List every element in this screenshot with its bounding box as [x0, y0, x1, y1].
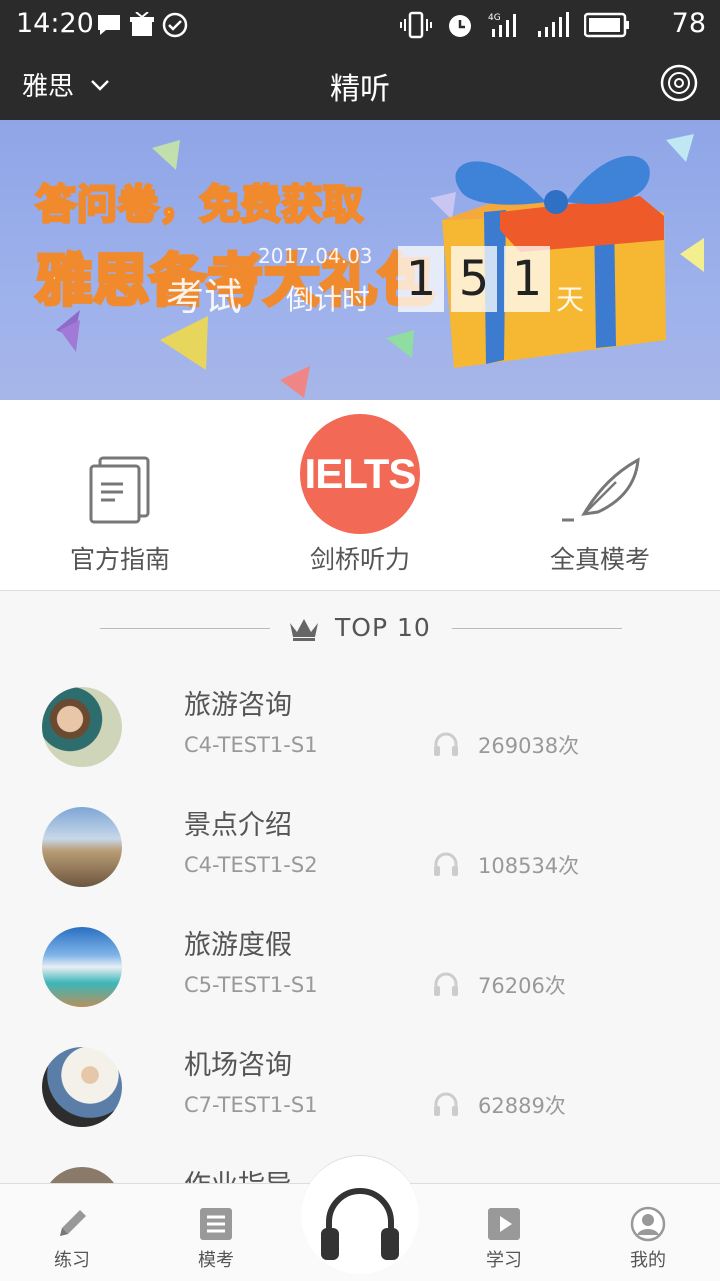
alarm-icon: [449, 15, 471, 37]
play-count: 269038次: [478, 734, 580, 758]
app-bar: 雅思 精听: [0, 50, 720, 120]
item-title: 旅游咨询: [184, 690, 292, 721]
list-item[interactable]: 机场咨询 C7-TEST1-S1 62889次: [0, 1040, 720, 1160]
list-item[interactable]: 旅游咨询 C4-TEST1-S1 269038次: [0, 680, 720, 800]
item-code: C4-TEST1-S1: [184, 733, 318, 757]
shortcut-row: 官方指南 IELTS 剑桥听力 全真模考: [0, 400, 720, 591]
tab-practice[interactable]: 练习: [0, 1184, 144, 1281]
play-count: 76206次: [478, 974, 566, 998]
system-icons: 4G: [400, 10, 630, 40]
item-title: 机场咨询: [184, 1050, 292, 1081]
countdown-label: 倒计时: [286, 283, 371, 316]
day-unit: 天: [556, 283, 585, 316]
play-count: 62889次: [478, 1094, 566, 1118]
status-bar: 14:20 4G 78: [0, 0, 720, 50]
shortcut-label: 全真模考: [549, 545, 650, 574]
top-ten-label: TOP 10: [335, 613, 431, 642]
crown-icon: [290, 619, 318, 641]
tab-study[interactable]: 学习: [432, 1184, 576, 1281]
avatar: [42, 807, 122, 887]
headphones-icon: [434, 852, 458, 876]
shortcut-official-guide[interactable]: 官方指南: [0, 400, 240, 590]
signal-icon: [538, 12, 569, 37]
tab-profile[interactable]: 我的: [576, 1184, 720, 1281]
notification-icons: [96, 11, 188, 39]
avatar: [42, 1047, 122, 1127]
top-ten-header: TOP 10: [0, 605, 720, 655]
item-title: 景点介绍: [184, 810, 292, 841]
tab-label: 模考: [198, 1250, 234, 1271]
battery-icon: [584, 12, 629, 38]
countdown-digit: 5: [451, 246, 497, 312]
countdown-digit: 1: [504, 246, 550, 312]
countdown-digit: 1: [398, 246, 444, 312]
headphones-icon: [321, 1188, 399, 1260]
shortcut-mock-exam[interactable]: 全真模考: [480, 400, 720, 590]
play-count: 108534次: [478, 854, 580, 878]
item-code: C5-TEST1-S1: [184, 973, 318, 997]
shortcut-label: 剑桥听力: [309, 545, 410, 574]
headphones-icon: [434, 972, 458, 996]
shortcut-cambridge-listening[interactable]: IELTS 剑桥听力: [240, 400, 480, 590]
avatar: [42, 927, 122, 1007]
list-icon: [200, 1208, 232, 1240]
play-icon: [488, 1208, 520, 1240]
signal-4g-icon: 4G: [488, 13, 516, 37]
tab-label: 练习: [54, 1250, 90, 1271]
listen-center-button[interactable]: [301, 1155, 419, 1274]
exam-word: 考试: [166, 275, 243, 319]
feather-pen-icon: [562, 457, 640, 522]
ielts-logo: IELTS: [300, 414, 420, 534]
list-item[interactable]: 景点介绍 C4-TEST1-S2 108534次: [0, 800, 720, 920]
gift-icon: [130, 12, 154, 36]
vibrate-icon: [400, 11, 432, 39]
item-title: 旅游度假: [184, 930, 292, 961]
check-circle-icon: [162, 12, 188, 38]
headphones-icon: [434, 732, 458, 756]
divider: [452, 628, 622, 629]
message-icon: [98, 15, 120, 35]
shortcut-label: 官方指南: [69, 545, 170, 574]
avatar: [42, 687, 122, 767]
disc-icon[interactable]: [660, 64, 698, 102]
item-code: C7-TEST1-S1: [184, 1093, 318, 1117]
promo-banner[interactable]: 答问卷，免费获取 雅思备考大礼包 考试 2017.04.03 倒计时 1 5 1…: [0, 120, 720, 400]
document-icon: [89, 456, 150, 524]
headphones-icon: [434, 1092, 458, 1116]
pencil-icon: [60, 1210, 86, 1236]
svg-text:4G: 4G: [488, 13, 501, 23]
user-icon: [630, 1206, 666, 1242]
tab-label: 学习: [486, 1250, 522, 1271]
list-item[interactable]: 旅游度假 C5-TEST1-S1 76206次: [0, 920, 720, 1040]
tab-mock-exam[interactable]: 模考: [144, 1184, 288, 1281]
status-time: 14:20: [16, 8, 94, 39]
page-title: 精听: [330, 72, 390, 107]
battery-level: 78: [671, 8, 706, 39]
item-code: C4-TEST1-S2: [184, 853, 318, 877]
promo-headline: 答问卷，免费获取: [35, 181, 365, 230]
divider: [100, 628, 270, 629]
exam-date: 2017.04.03: [258, 244, 373, 268]
tab-label: 我的: [630, 1250, 666, 1271]
